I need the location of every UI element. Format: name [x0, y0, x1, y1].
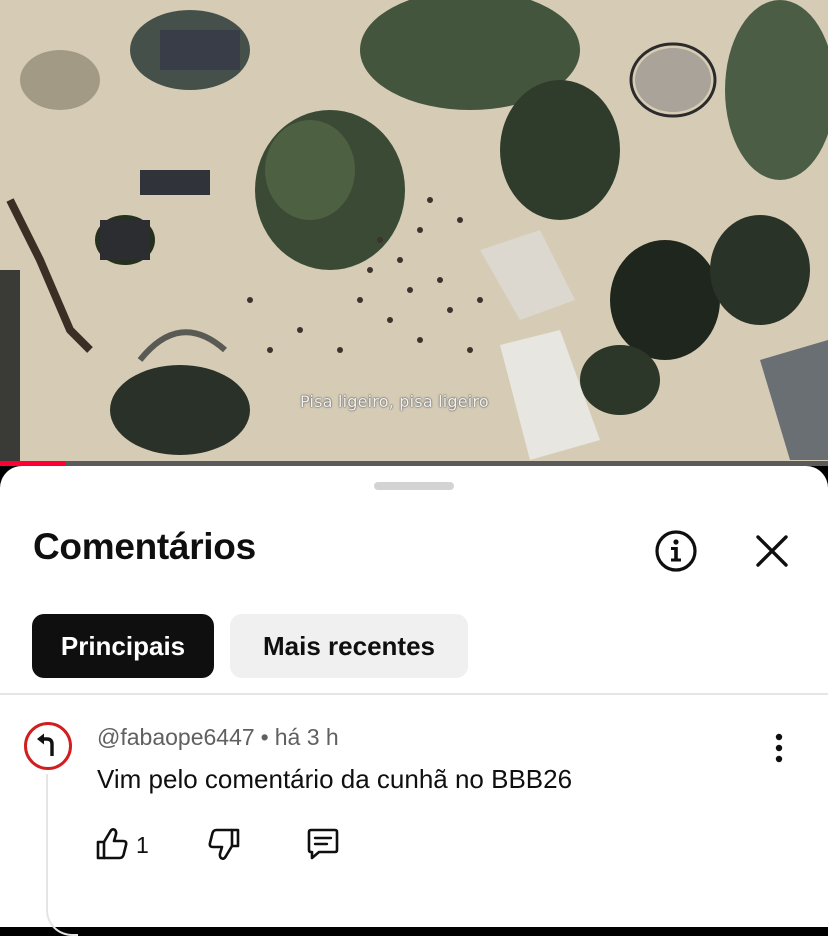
like-button[interactable] [94, 824, 130, 864]
info-button[interactable] [652, 527, 700, 575]
dislike-button[interactable] [206, 824, 242, 864]
avatar[interactable] [24, 722, 72, 770]
comment-text: Vim pelo comentário da cunhã no BBB26 [97, 764, 573, 794]
comment-author[interactable]: @fabaope6447 [97, 724, 255, 750]
close-button[interactable] [748, 527, 796, 575]
like-count: 1 [136, 832, 149, 858]
tab-mais-recentes[interactable]: Mais recentes [230, 614, 468, 678]
video-subtitle: Pisa ligeiro, pisa ligeiro [300, 392, 489, 411]
comment-meta: @fabaope6447 • há 3 h [97, 724, 339, 751]
comments-panel: Comentários Principais Mais recentes @fa… [0, 466, 828, 936]
drag-handle[interactable] [374, 482, 454, 490]
close-icon [756, 535, 788, 567]
dislike-icon [208, 828, 240, 860]
turn-left-sign-icon [24, 722, 72, 770]
reply-icon [307, 828, 339, 860]
meta-separator: • [260, 724, 269, 750]
divider [0, 693, 828, 695]
info-circle-icon [655, 530, 697, 572]
panel-title: Comentários [33, 526, 256, 567]
tab-principais[interactable]: Principais [32, 614, 214, 678]
more-vert-icon [775, 733, 783, 763]
more-options-button[interactable] [764, 728, 794, 768]
video-player[interactable]: Pisa ligeiro, pisa ligeiro [0, 0, 828, 466]
thread-line [46, 774, 78, 936]
reply-button[interactable] [303, 824, 343, 864]
comment-time: há 3 h [274, 724, 339, 750]
like-icon [96, 828, 128, 860]
